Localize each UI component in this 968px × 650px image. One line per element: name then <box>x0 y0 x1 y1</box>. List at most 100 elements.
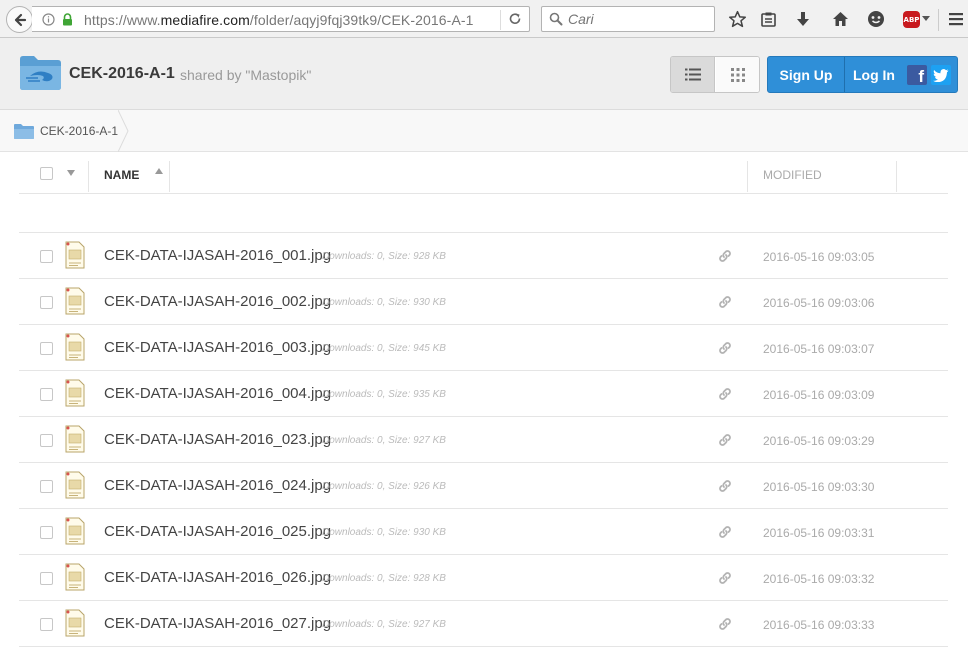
row-checkbox[interactable] <box>40 526 53 539</box>
link-icon[interactable] <box>718 249 732 268</box>
url-path: /folder/aqyj9fqj39tk9/CEK-2016-A-1 <box>249 12 474 28</box>
select-options-dropdown-icon[interactable] <box>67 170 75 176</box>
page-header: CEK-2016-A-1 shared by "Mastopik" Sign U… <box>0 38 968 110</box>
row-checkbox[interactable] <box>40 388 53 401</box>
file-list: CEK-DATA-IJASAH-2016_001.jpg Downloads: … <box>19 233 948 647</box>
link-icon[interactable] <box>718 433 732 452</box>
file-name[interactable]: CEK-DATA-IJASAH-2016_024.jpg <box>104 477 331 494</box>
file-name[interactable]: CEK-DATA-IJASAH-2016_002.jpg <box>104 293 331 310</box>
file-name[interactable]: CEK-DATA-IJASAH-2016_003.jpg <box>104 339 331 356</box>
url-prefix: https://www. <box>84 12 161 28</box>
file-name[interactable]: CEK-DATA-IJASAH-2016_027.jpg <box>104 615 331 632</box>
twitter-login-icon[interactable] <box>931 65 951 85</box>
file-modified: 2016-05-16 09:03:05 <box>763 250 875 264</box>
table-row[interactable]: CEK-DATA-IJASAH-2016_001.jpg Downloads: … <box>19 233 948 279</box>
file-meta: Downloads: 0, Size: 930 KB <box>322 297 446 308</box>
link-icon[interactable] <box>718 479 732 498</box>
reload-icon[interactable] <box>508 12 522 26</box>
file-name[interactable]: CEK-DATA-IJASAH-2016_025.jpg <box>104 523 331 540</box>
row-checkbox[interactable] <box>40 572 53 585</box>
row-checkbox[interactable] <box>40 480 53 493</box>
back-button[interactable] <box>6 6 33 33</box>
hello-button[interactable] <box>866 9 886 29</box>
twitter-bird-icon <box>933 68 949 82</box>
home-button[interactable] <box>830 9 850 29</box>
grid-view-button[interactable] <box>716 57 759 92</box>
column-divider <box>747 161 748 192</box>
modified-column-header[interactable]: MODIFIED <box>763 168 822 182</box>
link-icon[interactable] <box>718 295 732 314</box>
column-divider <box>169 161 170 192</box>
image-file-icon <box>65 241 85 274</box>
mediafire-folder-icon <box>20 56 61 90</box>
sort-ascending-icon[interactable] <box>155 168 163 174</box>
link-icon[interactable] <box>718 341 732 360</box>
row-checkbox[interactable] <box>40 296 53 309</box>
browser-toolbar: https://www.mediafire.com/folder/aqyj9fq… <box>0 0 968 38</box>
table-row[interactable]: CEK-DATA-IJASAH-2016_004.jpg Downloads: … <box>19 371 948 417</box>
chat-icon <box>868 11 884 27</box>
file-name[interactable]: CEK-DATA-IJASAH-2016_004.jpg <box>104 385 331 402</box>
table-row[interactable]: CEK-DATA-IJASAH-2016_027.jpg Downloads: … <box>19 601 948 647</box>
link-icon[interactable] <box>718 525 732 544</box>
row-checkbox[interactable] <box>40 434 53 447</box>
file-name[interactable]: CEK-DATA-IJASAH-2016_023.jpg <box>104 431 331 448</box>
table-spacer <box>19 194 948 233</box>
table-row[interactable]: CEK-DATA-IJASAH-2016_025.jpg Downloads: … <box>19 509 948 555</box>
column-divider <box>88 161 89 192</box>
file-modified: 2016-05-16 09:03:29 <box>763 434 875 448</box>
info-icon[interactable] <box>42 13 55 26</box>
reading-list-button[interactable] <box>758 9 778 29</box>
search-bar[interactable] <box>541 6 715 32</box>
facebook-login-icon[interactable]: f <box>907 65 927 85</box>
link-icon[interactable] <box>718 617 732 636</box>
adblock-button[interactable]: ABP <box>903 11 920 28</box>
lock-icon[interactable] <box>62 13 73 26</box>
toolbar-divider <box>938 9 939 31</box>
file-name[interactable]: CEK-DATA-IJASAH-2016_026.jpg <box>104 569 331 586</box>
row-checkbox[interactable] <box>40 618 53 631</box>
url-bar[interactable]: https://www.mediafire.com/folder/aqyj9fq… <box>32 6 530 32</box>
select-all-checkbox[interactable] <box>40 167 53 180</box>
list-view-button[interactable] <box>671 57 715 92</box>
file-name[interactable]: CEK-DATA-IJASAH-2016_001.jpg <box>104 247 331 264</box>
file-modified: 2016-05-16 09:03:32 <box>763 572 875 586</box>
hamburger-menu-icon <box>949 13 963 26</box>
file-modified: 2016-05-16 09:03:33 <box>763 618 875 632</box>
table-row[interactable]: CEK-DATA-IJASAH-2016_003.jpg Downloads: … <box>19 325 948 371</box>
name-column-header[interactable]: NAME <box>104 168 139 182</box>
row-checkbox[interactable] <box>40 342 53 355</box>
downloads-button[interactable] <box>793 9 813 29</box>
shared-by-text: shared by "Mastopik" <box>180 67 312 83</box>
search-input[interactable] <box>568 10 708 28</box>
table-row[interactable]: CEK-DATA-IJASAH-2016_026.jpg Downloads: … <box>19 555 948 601</box>
row-checkbox[interactable] <box>40 250 53 263</box>
column-divider <box>896 161 897 192</box>
breadcrumb[interactable]: CEK-2016-A-1 <box>0 110 126 151</box>
breadcrumb-bar: CEK-2016-A-1 <box>0 110 968 152</box>
link-icon[interactable] <box>718 387 732 406</box>
table-header: NAME MODIFIED <box>19 152 948 194</box>
bookmark-button[interactable] <box>727 9 747 29</box>
table-row[interactable]: CEK-DATA-IJASAH-2016_002.jpg Downloads: … <box>19 279 948 325</box>
file-meta: Downloads: 0, Size: 928 KB <box>322 573 446 584</box>
link-icon[interactable] <box>718 571 732 590</box>
home-icon <box>832 12 848 26</box>
table-row[interactable]: CEK-DATA-IJASAH-2016_024.jpg Downloads: … <box>19 463 948 509</box>
file-modified: 2016-05-16 09:03:07 <box>763 342 875 356</box>
menu-button[interactable] <box>946 9 966 29</box>
back-arrow-icon <box>14 13 26 26</box>
breadcrumb-label: CEK-2016-A-1 <box>40 123 119 138</box>
image-file-icon <box>65 379 85 412</box>
download-icon <box>797 11 809 26</box>
star-icon <box>728 10 746 27</box>
url-text[interactable]: https://www.mediafire.com/folder/aqyj9fq… <box>84 12 474 28</box>
login-button[interactable]: Log In <box>845 57 903 92</box>
adblock-dropdown-icon[interactable] <box>922 16 930 21</box>
image-file-icon <box>65 517 85 550</box>
file-modified: 2016-05-16 09:03:09 <box>763 388 875 402</box>
folder-icon <box>14 123 34 139</box>
file-meta: Downloads: 0, Size: 926 KB <box>322 481 446 492</box>
signup-button[interactable]: Sign Up <box>768 57 844 92</box>
table-row[interactable]: CEK-DATA-IJASAH-2016_023.jpg Downloads: … <box>19 417 948 463</box>
